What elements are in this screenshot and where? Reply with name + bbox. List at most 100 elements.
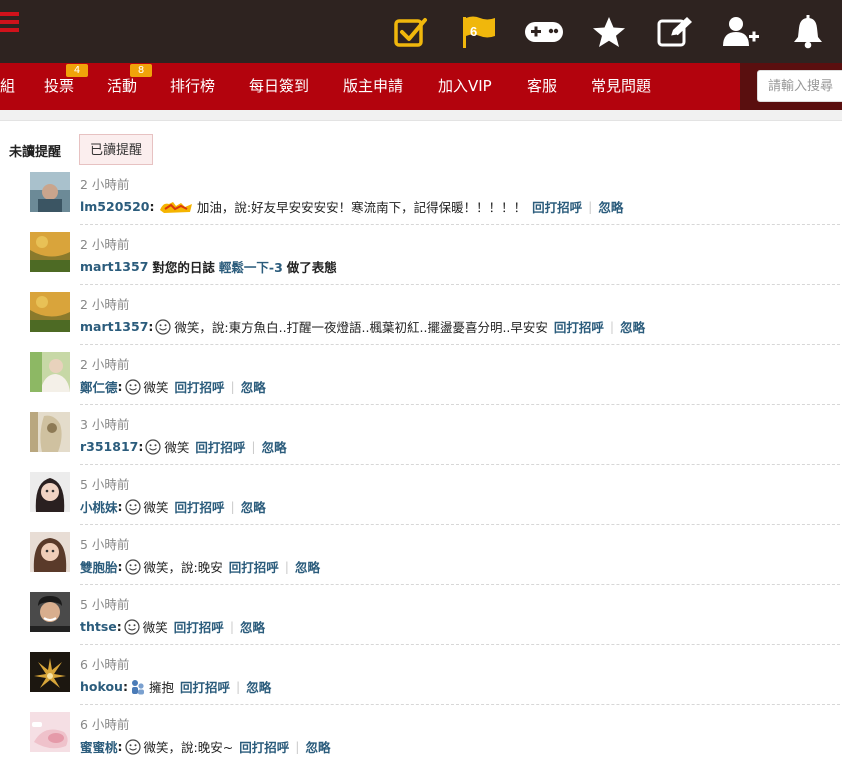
time-label: 5 小時前	[80, 477, 130, 492]
username-link[interactable]: 蜜蜜桃	[80, 737, 118, 756]
reply-greeting-link[interactable]: 回打招呼	[174, 617, 224, 636]
username-link[interactable]: 雙胞胎	[80, 557, 118, 576]
ignore-link[interactable]: 忽略	[620, 317, 645, 336]
gamepad-icon[interactable]	[524, 14, 564, 50]
nav-item-moderator-apply[interactable]: 版主申請	[343, 63, 403, 110]
reply-greeting-link[interactable]: 回打招呼	[239, 737, 289, 756]
notification-line: 雙胞胎: 微笑，說:晚安 回打招呼 | 忽略	[80, 557, 320, 576]
smile-icon	[124, 738, 141, 755]
time-label: 2 小時前	[80, 297, 130, 312]
search-input[interactable]	[757, 70, 842, 102]
notification-line: lm520520: 加油，說:好友早安安安安！寒流南下，記得保暖！！！！！ 回打…	[80, 197, 624, 216]
top-bar: 6	[0, 0, 842, 63]
notification-text: 微笑，說:晚安~	[143, 740, 234, 755]
edit-icon[interactable]	[655, 14, 695, 50]
notification-text: 微笑	[164, 440, 190, 455]
time-label: 2 小時前	[80, 177, 130, 192]
smile-icon	[124, 378, 141, 395]
ignore-link[interactable]: 忽略	[240, 617, 265, 636]
avatar[interactable]	[30, 532, 70, 572]
flag-icon[interactable]: 6	[458, 14, 498, 50]
ignore-link[interactable]: 忽略	[295, 557, 320, 576]
notification-line: mart1357: 微笑，說:東方魚白..打醒一夜燈語..楓葉初紅..擺盪憂喜分…	[80, 317, 646, 336]
tab-read[interactable]: 已讀提醒	[79, 134, 153, 165]
username-link[interactable]: 小桃妹	[80, 497, 118, 516]
ignore-link[interactable]: 忽略	[262, 437, 287, 456]
avatar[interactable]	[30, 352, 70, 392]
divider-bar	[0, 110, 842, 121]
time-label: 2 小時前	[80, 237, 130, 252]
notification-text: 做了表態	[286, 260, 337, 275]
ignore-link[interactable]: 忽略	[305, 737, 330, 756]
list-item: 2 小時前 mart1357 對您的日誌 輕鬆一下-3 做了表態	[0, 227, 842, 287]
avatar[interactable]	[30, 232, 70, 272]
notification-text: 對您的日誌	[152, 260, 215, 275]
list-item: 5 小時前 thtse: 微笑 回打招呼 | 忽略	[0, 587, 842, 647]
notification-line: 蜜蜜桃: 微笑，說:晚安~ 回打招呼 | 忽略	[80, 737, 331, 756]
time-label: 3 小時前	[80, 417, 130, 432]
time-label: 6 小時前	[80, 657, 130, 672]
reply-greeting-link[interactable]: 回打招呼	[229, 557, 279, 576]
username-link[interactable]: mart1357	[80, 259, 148, 274]
nav-item-faq[interactable]: 常見問題	[591, 63, 651, 110]
notification-line: mart1357 對您的日誌 輕鬆一下-3 做了表態	[80, 257, 337, 276]
username-link[interactable]: mart1357	[80, 319, 148, 334]
avatar[interactable]	[30, 712, 70, 752]
username-link[interactable]: thtse	[80, 619, 117, 634]
jiayou-icon	[159, 201, 192, 213]
star-icon[interactable]	[589, 14, 629, 50]
avatar[interactable]	[30, 652, 70, 692]
menu-icon[interactable]	[0, 12, 19, 34]
reply-greeting-link[interactable]: 回打招呼	[195, 437, 245, 456]
list-item: 2 小時前 lm520520: 加油，說:好友早安安安安！寒流南下，記得保暖！！…	[0, 167, 842, 227]
diary-link[interactable]: 輕鬆一下-3	[219, 257, 283, 276]
notification-line: 鄭仁德: 微笑 回打招呼 | 忽略	[80, 377, 266, 396]
add-user-icon[interactable]	[721, 14, 761, 50]
reply-greeting-link[interactable]: 回打招呼	[175, 377, 225, 396]
username-link[interactable]: hokou	[80, 679, 123, 694]
smile-icon	[124, 558, 141, 575]
notification-text: 微笑，說:晚安	[143, 560, 223, 575]
nav-item-daily-checkin[interactable]: 每日簽到	[249, 63, 309, 110]
avatar[interactable]	[30, 472, 70, 512]
ignore-link[interactable]: 忽略	[241, 377, 266, 396]
avatar[interactable]	[30, 172, 70, 212]
smile-icon	[155, 318, 171, 335]
avatar[interactable]	[30, 412, 70, 452]
ignore-link[interactable]: 忽略	[246, 677, 271, 696]
nav-item-join-vip[interactable]: 加入VIP	[438, 63, 492, 110]
ignore-link[interactable]: 忽略	[241, 497, 266, 516]
reply-greeting-link[interactable]: 回打招呼	[554, 317, 604, 336]
smile-icon	[124, 498, 141, 515]
avatar[interactable]	[30, 292, 70, 332]
list-item: 2 小時前 鄭仁德: 微笑 回打招呼 | 忽略	[0, 347, 842, 407]
reply-greeting-link[interactable]: 回打招呼	[175, 497, 225, 516]
reply-greeting-link[interactable]: 回打招呼	[180, 677, 230, 696]
avatar[interactable]	[30, 592, 70, 632]
checkbox-icon[interactable]	[391, 14, 431, 50]
list-item: 5 小時前 小桃妹: 微笑 回打招呼 | 忽略	[0, 467, 842, 527]
username-link[interactable]: lm520520	[80, 199, 150, 214]
time-label: 2 小時前	[80, 357, 130, 372]
list-item: 6 小時前 hokou: 擁抱 回打招呼 | 忽略	[0, 647, 842, 707]
list-item: 6 小時前 蜜蜜桃: 微笑，說:晚安~ 回打招呼 | 忽略	[0, 707, 842, 758]
username-link[interactable]: 鄭仁德	[80, 377, 118, 396]
notification-text: 微笑，說:東方魚白..打醒一夜燈語..楓葉初紅..擺盪憂喜分明..早安安	[174, 320, 548, 335]
time-label: 5 小時前	[80, 597, 130, 612]
bell-icon[interactable]	[788, 14, 828, 50]
reply-greeting-link[interactable]: 回打招呼	[532, 197, 582, 216]
nav-item-ranking[interactable]: 排行榜	[170, 63, 215, 110]
username-link[interactable]: r351817	[80, 439, 138, 454]
nav-item-group[interactable]: 組	[0, 63, 15, 110]
notification-text: 微笑	[143, 500, 169, 515]
nav-item-support[interactable]: 客服	[527, 63, 557, 110]
nav-bar: 組 投票 4 活動 8 排行榜 每日簽到 版主申請 加入VIP 客服 常見問題	[0, 63, 842, 110]
notification-text: 微笑	[143, 380, 169, 395]
notification-text: 加油，說:好友早安安安安！寒流南下，記得保暖！！！！！	[196, 200, 527, 215]
tab-unread[interactable]: 未讀提醒	[9, 141, 61, 160]
ignore-link[interactable]: 忽略	[598, 197, 623, 216]
notification-line: 小桃妹: 微笑 回打招呼 | 忽略	[80, 497, 266, 516]
smile-icon	[124, 618, 140, 635]
notification-line: hokou: 擁抱 回打招呼 | 忽略	[80, 677, 272, 696]
hug-icon	[131, 679, 144, 694]
